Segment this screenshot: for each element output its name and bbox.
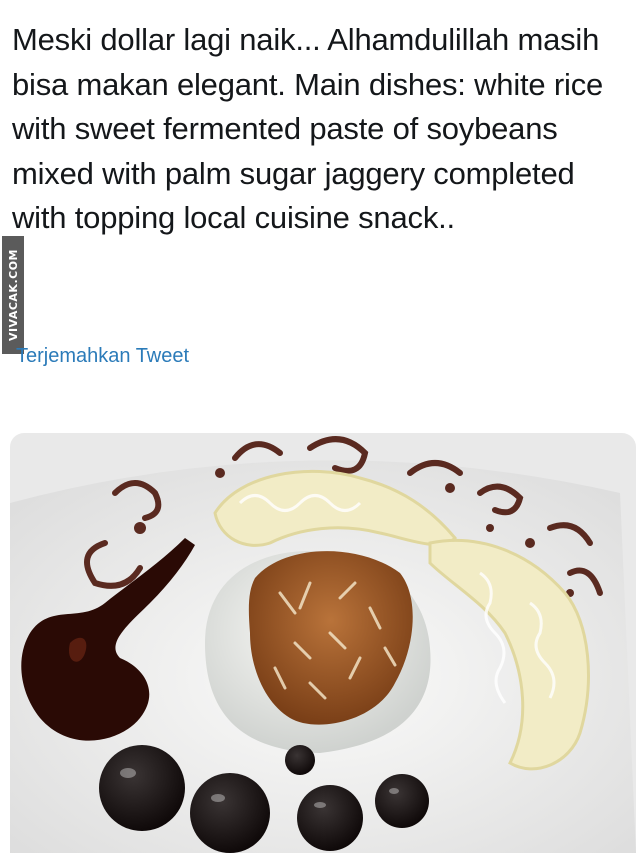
translate-tweet-link[interactable]: Terjemahkan Tweet	[16, 345, 189, 368]
watermark-text: VIVACAK.COM	[6, 248, 20, 342]
food-plate-image	[10, 433, 636, 853]
watermark: VIVACAK.COM	[2, 236, 24, 354]
tweet-photo[interactable]	[10, 433, 636, 853]
tweet-text: Meski dollar lagi naik... Alhamdulillah …	[12, 22, 604, 235]
